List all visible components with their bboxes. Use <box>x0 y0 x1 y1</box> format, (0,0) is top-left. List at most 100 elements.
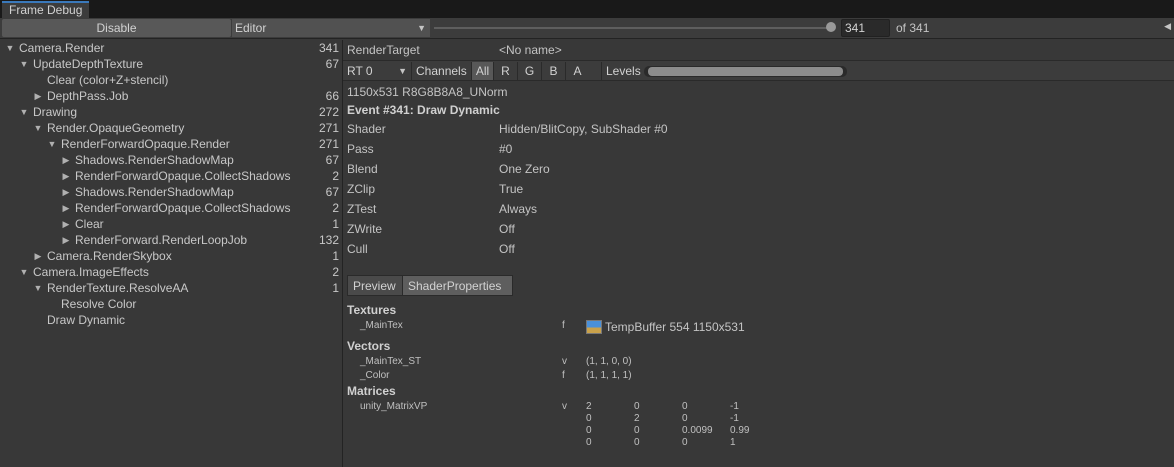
expand-arrow-icon[interactable]: ▼ <box>33 120 43 136</box>
collapse-arrow-icon[interactable]: ▶ <box>61 184 71 200</box>
channel-g-button[interactable]: G <box>517 62 541 80</box>
collapse-arrow-icon[interactable]: ▶ <box>33 248 43 264</box>
tree-row-label: Shadows.RenderShadowMap <box>75 153 234 167</box>
vector-value: (1, 1, 1, 1) <box>586 370 632 381</box>
texture-name: _MainTex <box>360 320 403 331</box>
expand-arrow-icon[interactable]: ▼ <box>19 56 29 72</box>
matrix-cell: 0 <box>634 437 640 448</box>
disable-button[interactable]: Disable <box>2 19 231 37</box>
tree-row-label: RenderForwardOpaque.Render <box>61 137 230 151</box>
previous-frame-icon[interactable]: ◀ <box>1164 21 1171 32</box>
tree-row-count: 341 <box>318 41 339 55</box>
tree-row-count: 271 <box>318 137 339 151</box>
tree-row-label: Camera.Render <box>19 41 105 55</box>
frame-slider-thumb[interactable] <box>826 22 836 32</box>
collapse-arrow-icon[interactable]: ▶ <box>61 232 71 248</box>
tree-row-label: Render.OpaqueGeometry <box>47 121 185 135</box>
tree-row-count: 271 <box>318 121 339 135</box>
texture-thumbnail-icon[interactable] <box>586 320 602 334</box>
tree-row-count: 2 <box>332 169 339 183</box>
channel-a-button[interactable]: A <box>565 62 589 80</box>
target-dropdown[interactable]: Editor ▼ <box>232 19 430 37</box>
tree-row[interactable]: Clear (color+Z+stencil) <box>0 72 343 88</box>
tree-row[interactable]: ▼ RenderForwardOpaque.Render 271 <box>0 136 343 152</box>
matrix-cell: 0 <box>586 437 592 448</box>
tree-row-label: RenderForwardOpaque.CollectShadows <box>75 169 291 183</box>
levels-label: Levels <box>601 62 641 80</box>
expand-arrow-icon[interactable]: ▼ <box>47 136 57 152</box>
tab-preview[interactable]: Preview <box>347 275 403 296</box>
toolbar: Disable Editor ▼ 341 of 341 ◀ <box>0 18 1174 39</box>
tree-row-label: Clear <box>75 217 104 231</box>
target-dropdown-value: Editor <box>235 21 267 35</box>
channel-all-button[interactable]: All <box>471 62 493 80</box>
tree-row[interactable]: ▼ UpdateDepthTexture 67 <box>0 56 343 72</box>
tree-row-label: Resolve Color <box>61 297 137 311</box>
tree-row[interactable]: ▶ Shadows.RenderShadowMap 67 <box>0 152 343 168</box>
frame-number-input[interactable]: 341 <box>841 19 890 37</box>
tree-row-count: 67 <box>325 185 339 199</box>
vectors-header: Vectors <box>347 339 391 353</box>
render-target-label: RenderTarget <box>347 43 420 57</box>
tree-row-count: 1 <box>332 249 339 263</box>
render-target-format: 1150x531 R8G8B8A8_UNorm <box>347 85 508 99</box>
prop-value: One Zero <box>499 162 550 176</box>
render-target-dropdown-value: RT 0 <box>347 64 373 78</box>
tab-shader-properties[interactable]: ShaderProperties <box>402 275 513 296</box>
tree-row[interactable]: Draw Dynamic <box>0 312 343 328</box>
tree-row-label: DepthPass.Job <box>47 89 129 103</box>
texture-type: f <box>562 320 565 331</box>
dropdown-arrow-icon: ▼ <box>398 66 407 76</box>
matrix-type: v <box>562 401 567 412</box>
prop-value: Off <box>499 242 515 256</box>
event-title: Event #341: Draw Dynamic <box>347 103 500 117</box>
prop-name: Cull <box>347 242 368 256</box>
expand-arrow-icon[interactable]: ▼ <box>5 40 15 56</box>
tree-row-label: Camera.ImageEffects <box>33 265 149 279</box>
render-target-value: <No name> <box>499 43 562 57</box>
levels-range-handle[interactable] <box>648 67 843 76</box>
frame-slider-track[interactable] <box>434 27 830 29</box>
collapse-arrow-icon[interactable]: ▶ <box>61 216 71 232</box>
tree-row-label: RenderForwardOpaque.CollectShadows <box>75 201 291 215</box>
channel-r-button[interactable]: R <box>493 62 517 80</box>
tree-row[interactable]: ▶ RenderForwardOpaque.CollectShadows 2 <box>0 168 343 184</box>
prop-name: Blend <box>347 162 378 176</box>
tree-row[interactable]: ▶ DepthPass.Job 66 <box>0 88 343 104</box>
matrix-cell: 1 <box>730 437 736 448</box>
prop-value: Always <box>499 202 538 216</box>
tree-row[interactable]: ▼ Camera.Render 341 <box>0 40 343 56</box>
collapse-arrow-icon[interactable]: ▶ <box>61 200 71 216</box>
tree-row[interactable]: ▼ Render.OpaqueGeometry 271 <box>0 120 343 136</box>
expand-arrow-icon[interactable]: ▼ <box>33 280 43 296</box>
expand-arrow-icon[interactable]: ▼ <box>19 104 29 120</box>
tree-row-label: Camera.RenderSkybox <box>47 249 172 263</box>
tree-row[interactable]: ▼ RenderTexture.ResolveAA 1 <box>0 280 343 296</box>
tree-row-count: 67 <box>325 57 339 71</box>
tree-row[interactable]: ▼ Drawing 272 <box>0 104 343 120</box>
event-details-panel: RenderTarget <No name> RT 0 ▼ Channels A… <box>343 40 1174 467</box>
tree-row[interactable]: ▶ Shadows.RenderShadowMap 67 <box>0 184 343 200</box>
tree-row[interactable]: ▶ RenderForwardOpaque.CollectShadows 2 <box>0 200 343 216</box>
collapse-arrow-icon[interactable]: ▶ <box>33 88 43 104</box>
tree-row[interactable]: ▼ Camera.ImageEffects 2 <box>0 264 343 280</box>
tree-row[interactable]: Resolve Color <box>0 296 343 312</box>
dropdown-arrow-icon: ▼ <box>417 23 426 33</box>
frame-debug-tab[interactable]: Frame Debug <box>2 1 90 18</box>
prop-value: Off <box>499 222 515 236</box>
tree-row[interactable]: ▶ RenderForward.RenderLoopJob 132 <box>0 232 343 248</box>
tree-row[interactable]: ▶ Camera.RenderSkybox 1 <box>0 248 343 264</box>
channel-b-button[interactable]: B <box>541 62 565 80</box>
texture-value: TempBuffer 554 1150x531 <box>605 320 745 334</box>
tree-row-label: RenderTexture.ResolveAA <box>47 281 189 295</box>
event-tree: ▼ Camera.Render 341 ▼ UpdateDepthTexture… <box>0 40 343 467</box>
collapse-arrow-icon[interactable]: ▶ <box>61 168 71 184</box>
tree-row[interactable]: ▶ Clear 1 <box>0 216 343 232</box>
tree-row-label: Drawing <box>33 105 78 119</box>
render-target-dropdown[interactable]: RT 0 ▼ <box>343 62 412 80</box>
tree-row-count: 2 <box>332 201 339 215</box>
collapse-arrow-icon[interactable]: ▶ <box>61 152 71 168</box>
tree-row-count: 66 <box>325 89 339 103</box>
expand-arrow-icon[interactable]: ▼ <box>19 264 29 280</box>
tree-row-count: 132 <box>318 233 339 247</box>
